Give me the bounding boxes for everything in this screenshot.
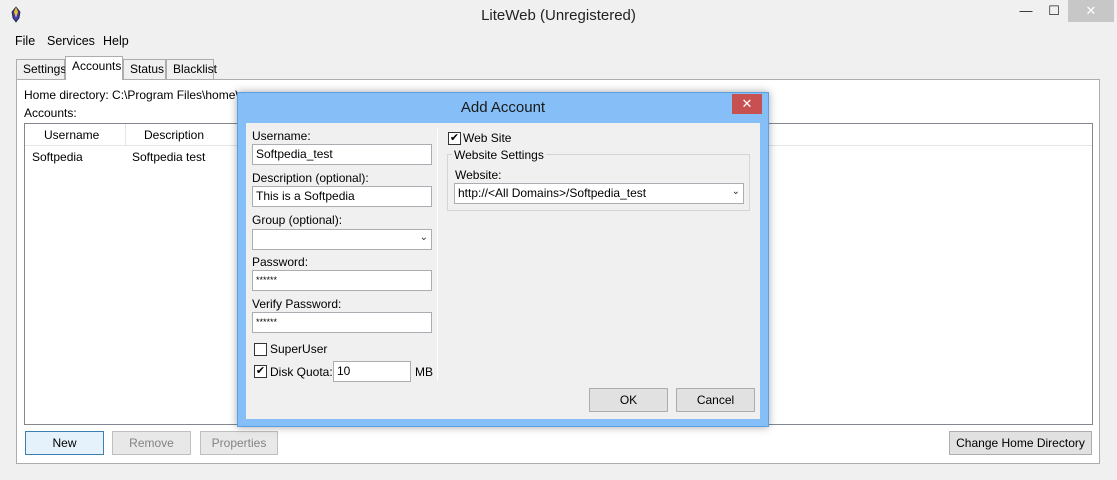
tab-settings[interactable]: Settings: [16, 59, 66, 79]
menu-help[interactable]: Help: [103, 34, 129, 48]
minimize-button[interactable]: —: [1012, 0, 1040, 22]
website-value: http://<All Domains>/Softpedia_test: [458, 186, 647, 200]
column-description[interactable]: Description: [144, 128, 204, 142]
disk-quota-input[interactable]: 10: [333, 361, 411, 382]
menu-services[interactable]: Services: [47, 34, 95, 48]
remove-button[interactable]: Remove: [112, 431, 191, 455]
website-settings-title: Website Settings: [452, 148, 546, 162]
home-directory-label: Home directory: C:\Program Files\home\: [24, 88, 239, 102]
add-account-dialog: Add Account ✕ Username: Softpedia_test D…: [237, 92, 769, 427]
menu-bar: File Services Help: [0, 32, 1117, 52]
maximize-button[interactable]: ☐: [1040, 0, 1068, 22]
new-button[interactable]: New: [25, 431, 104, 455]
chevron-down-icon[interactable]: ⌄: [732, 186, 740, 197]
title-bar: LiteWeb (Unregistered) — ☐ ✕: [0, 0, 1117, 32]
tab-blacklist[interactable]: Blacklist: [166, 59, 217, 79]
column-separator: [125, 124, 126, 146]
tab-accounts[interactable]: Accounts: [65, 56, 123, 80]
close-button[interactable]: ✕: [1068, 0, 1114, 22]
row-username: Softpedia: [32, 150, 83, 164]
row-description: Softpedia test: [132, 150, 206, 164]
group-label: Group (optional):: [252, 213, 343, 227]
password-input[interactable]: ******: [252, 270, 432, 291]
change-home-directory-button[interactable]: Change Home Directory: [949, 431, 1092, 455]
disk-quota-checkbox[interactable]: ✔: [254, 365, 267, 378]
dialog-title: Add Account: [460, 99, 546, 116]
dialog-body: Username: Softpedia_test Description (op…: [246, 123, 760, 419]
superuser-checkbox[interactable]: [254, 343, 267, 356]
username-label: Username:: [252, 129, 311, 143]
tab-status[interactable]: Status: [123, 59, 166, 79]
group-combobox[interactable]: ⌄: [252, 229, 432, 250]
disk-quota-unit: MB: [415, 365, 433, 379]
description-input[interactable]: This is a Softpedia: [252, 186, 432, 207]
verify-password-input[interactable]: ******: [252, 312, 432, 333]
superuser-label: SuperUser: [270, 342, 328, 356]
web-site-checkbox[interactable]: ✔: [448, 132, 461, 145]
website-combobox[interactable]: http://<All Domains>/Softpedia_test ⌄: [454, 183, 744, 204]
website-label: Website:: [455, 168, 502, 182]
dialog-close-button[interactable]: ✕: [732, 94, 762, 114]
properties-button[interactable]: Properties: [200, 431, 278, 455]
menu-file[interactable]: File: [15, 34, 35, 48]
cancel-button[interactable]: Cancel: [676, 388, 755, 412]
web-site-label: Web Site: [463, 131, 512, 145]
description-label: Description (optional):: [252, 171, 369, 185]
accounts-label: Accounts:: [24, 106, 77, 120]
chevron-down-icon[interactable]: ⌄: [420, 232, 428, 243]
verify-password-label: Verify Password:: [252, 297, 342, 311]
column-divider: [437, 129, 438, 381]
column-username[interactable]: Username: [44, 128, 99, 142]
ok-button[interactable]: OK: [589, 388, 668, 412]
password-label: Password:: [252, 255, 309, 269]
username-input[interactable]: Softpedia_test: [252, 144, 432, 165]
window-title: LiteWeb (Unregistered): [481, 7, 636, 24]
disk-quota-label: Disk Quota:: [270, 365, 333, 379]
